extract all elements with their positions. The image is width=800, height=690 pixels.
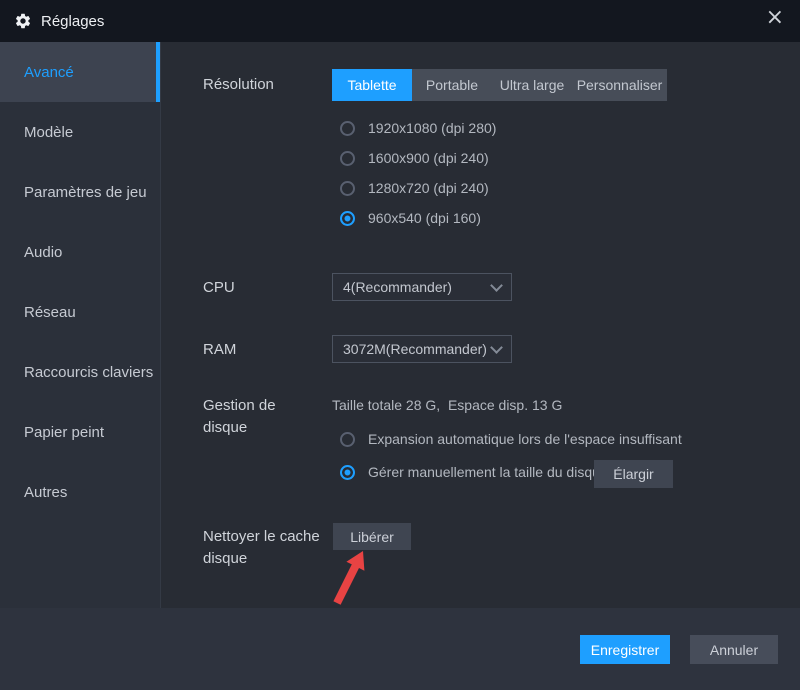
cpu-label: CPU bbox=[203, 279, 235, 296]
sidebar-item-audio[interactable]: Audio bbox=[0, 222, 160, 282]
sidebar-item-autres[interactable]: Autres bbox=[0, 462, 160, 522]
resolution-option-label: 1920x1080 (dpi 280) bbox=[368, 120, 497, 136]
radio-icon bbox=[340, 180, 355, 196]
resolution-tabs: Tablette Portable Ultra large Personnali… bbox=[332, 69, 667, 101]
ram-dropdown[interactable]: 3072M(Recommander) bbox=[332, 335, 512, 363]
radio-icon bbox=[340, 210, 355, 226]
resolution-option-1280x720[interactable]: 1280x720 (dpi 240) bbox=[340, 180, 489, 196]
cpu-dropdown[interactable]: 4(Recommander) bbox=[332, 273, 512, 301]
disk-management-label: Gestion de disque bbox=[203, 397, 276, 436]
resolution-option-1600x900[interactable]: 1600x900 (dpi 240) bbox=[340, 150, 489, 166]
settings-window: Réglages × Avancé Modèle Paramètres de j… bbox=[0, 0, 800, 690]
free-cache-button[interactable]: Libérer bbox=[333, 523, 411, 550]
resolution-option-960x540[interactable]: 960x540 (dpi 160) bbox=[340, 210, 481, 226]
disk-option-label: Gérer manuellement la taille du disque bbox=[368, 464, 608, 480]
chevron-down-icon bbox=[490, 278, 503, 292]
disk-option-label: Expansion automatique lors de l'espace i… bbox=[368, 431, 682, 447]
chevron-down-icon bbox=[490, 340, 503, 354]
disk-size-info: Taille totale 28 G, Espace disp. 13 G bbox=[332, 397, 563, 413]
tab-personnaliser[interactable]: Personnaliser bbox=[572, 69, 667, 101]
tab-portable[interactable]: Portable bbox=[412, 69, 492, 101]
title-bar: Réglages × bbox=[0, 0, 800, 42]
annotation-arrow-icon bbox=[333, 551, 365, 605]
close-icon[interactable]: × bbox=[766, 7, 784, 29]
gear-icon bbox=[15, 13, 31, 29]
footer-bar bbox=[0, 608, 800, 690]
disk-option-manual[interactable]: Gérer manuellement la taille du disque bbox=[340, 464, 608, 480]
resolution-option-label: 960x540 (dpi 160) bbox=[368, 210, 481, 226]
sidebar: Avancé Modèle Paramètres de jeu Audio Ré… bbox=[0, 42, 161, 608]
radio-icon bbox=[340, 150, 355, 166]
sidebar-item-modele[interactable]: Modèle bbox=[0, 102, 160, 162]
tab-ultra-large[interactable]: Ultra large bbox=[492, 69, 572, 101]
radio-icon bbox=[340, 120, 355, 136]
resolution-option-label: 1600x900 (dpi 240) bbox=[368, 150, 489, 166]
cancel-button[interactable]: Annuler bbox=[690, 635, 778, 664]
sidebar-item-raccourcis-claviers[interactable]: Raccourcis claviers bbox=[0, 342, 160, 402]
resolution-label: Résolution bbox=[203, 76, 274, 93]
radio-icon bbox=[340, 431, 355, 447]
ram-dropdown-value: 3072M(Recommander) bbox=[343, 341, 487, 357]
sidebar-item-parametres-de-jeu[interactable]: Paramètres de jeu bbox=[0, 162, 160, 222]
disk-option-auto-expand[interactable]: Expansion automatique lors de l'espace i… bbox=[340, 431, 682, 447]
radio-icon bbox=[340, 464, 355, 480]
clean-cache-label: Nettoyer le cache disque bbox=[203, 528, 320, 567]
ram-label: RAM bbox=[203, 341, 237, 358]
window-title: Réglages bbox=[41, 12, 105, 30]
cpu-dropdown-value: 4(Recommander) bbox=[343, 279, 452, 295]
save-button[interactable]: Enregistrer bbox=[580, 635, 670, 664]
resolution-option-1920x1080[interactable]: 1920x1080 (dpi 280) bbox=[340, 120, 496, 136]
enlarge-button[interactable]: Élargir bbox=[594, 460, 673, 488]
sidebar-item-avance[interactable]: Avancé bbox=[0, 42, 160, 102]
tab-tablette[interactable]: Tablette bbox=[332, 69, 412, 101]
sidebar-item-reseau[interactable]: Réseau bbox=[0, 282, 160, 342]
resolution-option-label: 1280x720 (dpi 240) bbox=[368, 180, 489, 196]
sidebar-item-papier-peint[interactable]: Papier peint bbox=[0, 402, 160, 462]
